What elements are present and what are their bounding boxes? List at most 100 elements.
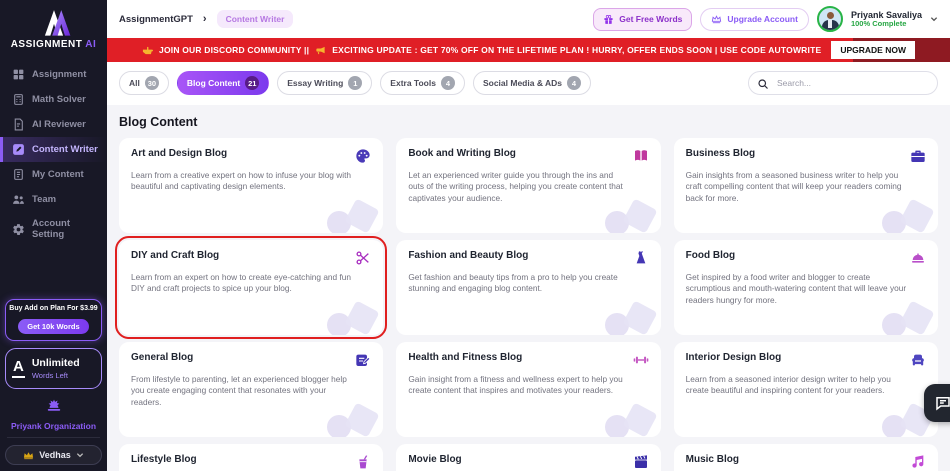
tab-count-badge: 1 bbox=[348, 76, 363, 90]
tab-count-badge: 4 bbox=[567, 76, 582, 90]
card-movie-blog[interactable]: Movie Blog Get the inside scoop on all t… bbox=[396, 444, 661, 471]
sidebar-item-label: AI Reviewer bbox=[32, 119, 86, 130]
card-description: Get fashion and beauty tips from a pro t… bbox=[408, 272, 618, 294]
card-description: Let an experienced writer guide you thro… bbox=[408, 170, 623, 203]
banner-text-offer: EXCITING UPDATE : GET 70% OFF ON THE LIF… bbox=[332, 45, 822, 55]
card-title: DIY and Craft Blog bbox=[131, 250, 220, 261]
sidebar-item-label: Account Setting bbox=[32, 218, 70, 240]
user-switcher[interactable]: Vedhas bbox=[5, 445, 102, 465]
pen-square-icon bbox=[12, 143, 25, 156]
tab-label: All bbox=[129, 78, 140, 88]
card-decoration bbox=[321, 193, 377, 233]
app-logo[interactable]: ASSIGNMENT AI bbox=[0, 0, 107, 54]
card-title: Health and Fitness Blog bbox=[408, 352, 523, 363]
search-input[interactable] bbox=[748, 71, 938, 95]
card-interior-design-blog[interactable]: Interior Design Blog Learn from a season… bbox=[673, 342, 938, 437]
card-description: Gain insight from a fitness and wellness… bbox=[408, 374, 623, 396]
card-title: Food Blog bbox=[685, 250, 736, 261]
breadcrumb-root[interactable]: AssignmentGPT bbox=[119, 14, 193, 25]
card-grid: Art and Design Blog Learn from a creativ… bbox=[114, 138, 938, 471]
sidebar-item-account-setting[interactable]: Account Setting bbox=[0, 212, 107, 246]
organization-name[interactable]: Priyank Organization bbox=[5, 421, 102, 431]
tab-label: Social Media & ADs bbox=[482, 78, 563, 88]
card-description: From lifestyle to parenting, let an expe… bbox=[131, 374, 347, 407]
get-10k-words-button[interactable]: Get 10k Words bbox=[18, 319, 89, 334]
tab-social-media-ads[interactable]: Social Media & ADs 4 bbox=[472, 71, 592, 95]
sidebar: ASSIGNMENT AI Assignment Math Solver AI … bbox=[0, 0, 107, 471]
card-title: Interior Design Blog bbox=[685, 352, 782, 363]
note-pen-icon bbox=[355, 352, 371, 368]
card-business-blog[interactable]: Business Blog Gain insights from a seaso… bbox=[673, 138, 938, 233]
card-title: Movie Blog bbox=[408, 454, 462, 465]
card-description: Learn from a seasoned interior design wr… bbox=[685, 374, 891, 396]
chat-widget-button[interactable] bbox=[924, 384, 950, 422]
sidebar-item-my-content[interactable]: My Content bbox=[0, 162, 107, 187]
search-icon bbox=[757, 77, 769, 89]
user-status: 100% Complete bbox=[850, 18, 907, 28]
promo-banner: JOIN OUR DISCORD COMMUNITY || EXCITING U… bbox=[107, 38, 950, 62]
card-health-and-fitness-blog[interactable]: Health and Fitness Blog Gain insight fro… bbox=[396, 342, 661, 437]
gift-icon bbox=[603, 14, 614, 25]
crown-outline-icon bbox=[711, 14, 722, 25]
plan-box: A Unlimited Words Left bbox=[5, 348, 102, 389]
card-book-and-writing-blog[interactable]: Book and Writing Blog Let an experienced… bbox=[396, 138, 661, 233]
tab-extra-tools[interactable]: Extra Tools 4 bbox=[380, 71, 465, 95]
card-title: Art and Design Blog bbox=[131, 148, 228, 159]
chevron-down-icon[interactable] bbox=[930, 15, 938, 23]
card-general-blog[interactable]: General Blog From lifestyle to parenting… bbox=[119, 342, 384, 437]
get-free-words-label: Get Free Words bbox=[619, 14, 683, 24]
upgrade-now-button[interactable]: UPGRADE NOW bbox=[831, 41, 915, 59]
card-art-and-design-blog[interactable]: Art and Design Blog Learn from a creativ… bbox=[119, 138, 384, 233]
calculator-icon bbox=[12, 93, 25, 106]
tab-count-badge: 30 bbox=[144, 76, 159, 90]
filter-bar: All 30 Blog Content 21 Essay Writing 1 E… bbox=[107, 62, 950, 105]
card-lifestyle-blog[interactable]: Lifestyle Blog Discover the secrets of l… bbox=[119, 444, 384, 471]
top-header: AssignmentGPT › Content Writer Get Free … bbox=[107, 0, 950, 38]
team-icon bbox=[12, 193, 25, 206]
sidebar-bottom: Buy Add on Plan For $3.99 Get 10k Words … bbox=[0, 299, 107, 471]
sidebar-item-content-writer[interactable]: Content Writer bbox=[0, 137, 107, 162]
plan-subtitle: Words Left bbox=[31, 371, 68, 380]
palette-icon bbox=[355, 148, 371, 164]
sidebar-divider bbox=[7, 437, 100, 438]
user-avatar[interactable] bbox=[816, 6, 843, 32]
user-switcher-label: Vedhas bbox=[39, 450, 71, 460]
plan-title: Unlimited bbox=[31, 357, 80, 369]
app-root: ASSIGNMENT AI Assignment Math Solver AI … bbox=[0, 0, 950, 471]
card-food-blog[interactable]: Food Blog Get inspired by a food writer … bbox=[673, 240, 938, 335]
drink-icon bbox=[355, 454, 371, 470]
organization: Priyank Organization bbox=[5, 397, 102, 431]
tab-blog-content[interactable]: Blog Content 21 bbox=[176, 71, 270, 95]
addon-plan-box: Buy Add on Plan For $3.99 Get 10k Words bbox=[5, 299, 102, 341]
get-free-words-button[interactable]: Get Free Words bbox=[593, 7, 693, 31]
clapperboard-icon bbox=[633, 454, 649, 470]
tab-count-badge: 4 bbox=[440, 76, 455, 90]
sidebar-item-ai-reviewer[interactable]: AI Reviewer bbox=[0, 112, 107, 137]
sidebar-item-label: Content Writer bbox=[32, 144, 98, 155]
upgrade-account-button[interactable]: Upgrade Account bbox=[700, 7, 809, 31]
sidebar-item-label: Team bbox=[32, 194, 57, 205]
organization-icon bbox=[43, 397, 65, 413]
banner-text-discord: JOIN OUR DISCORD COMMUNITY || bbox=[159, 45, 310, 55]
sidebar-item-team[interactable]: Team bbox=[0, 187, 107, 212]
chevron-down-icon bbox=[76, 451, 84, 459]
sidebar-item-assignment[interactable]: Assignment bbox=[0, 62, 107, 87]
card-title: Lifestyle Blog bbox=[131, 454, 197, 465]
file-icon bbox=[12, 168, 25, 181]
card-title: Music Blog bbox=[685, 454, 739, 465]
card-diy-and-craft-blog[interactable]: DIY and Craft Blog Learn from an expert … bbox=[114, 236, 388, 339]
card-fashion-and-beauty-blog[interactable]: Fashion and Beauty Blog Get fashion and … bbox=[396, 240, 661, 335]
search-box bbox=[748, 71, 938, 95]
main-area: AssignmentGPT › Content Writer Get Free … bbox=[107, 0, 950, 471]
tab-all[interactable]: All 30 bbox=[119, 71, 169, 95]
card-decoration bbox=[599, 295, 655, 335]
user-meta[interactable]: Priyank Savaliya 100% Complete bbox=[851, 10, 922, 29]
sidebar-item-math-solver[interactable]: Math Solver bbox=[0, 87, 107, 112]
tab-essay-writing[interactable]: Essay Writing 1 bbox=[277, 71, 373, 95]
grid-icon bbox=[12, 68, 25, 81]
card-description: Learn from an expert on how to create ey… bbox=[131, 272, 352, 294]
breadcrumb-current[interactable]: Content Writer bbox=[216, 10, 294, 28]
briefcase-icon bbox=[910, 148, 926, 164]
dress-icon bbox=[633, 250, 649, 266]
card-music-blog[interactable]: Music Blog Learn from a music blogger to… bbox=[673, 444, 938, 471]
